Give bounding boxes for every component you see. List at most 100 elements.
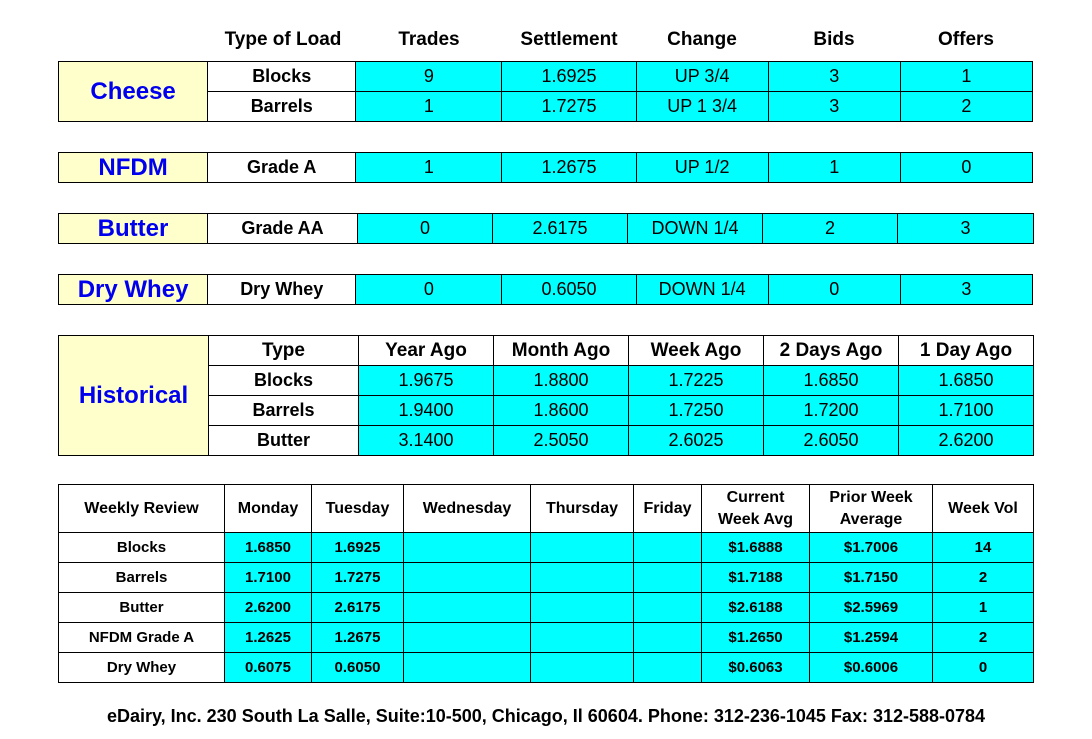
cheese-type: Barrels	[207, 91, 357, 122]
dry-whey-trades: 0	[355, 274, 503, 305]
cheese-settlement: 1.7275	[501, 91, 637, 122]
weekly-vol: 2	[932, 562, 1034, 593]
weekly-friday	[633, 622, 702, 653]
weekly-row: Barrels 1.7100 1.7275 $1.7188 $1.7150 2	[58, 562, 1034, 593]
cheese-change: UP 1 3/4	[635, 91, 769, 122]
weekly-row-label: Butter	[58, 592, 225, 623]
cheese-bids: 3	[767, 61, 901, 92]
historical-col-header: 2 Days Ago	[763, 335, 899, 366]
weekly-col-header: Monday	[224, 484, 312, 533]
cheese-type: Blocks	[207, 61, 357, 92]
weekly-monday: 0.6075	[224, 652, 312, 683]
dry-whey-row: Dry Whey Dry Whey 0 0.6050 DOWN 1/4 0 3	[57, 274, 1034, 305]
weekly-col-header: Tuesday	[311, 484, 404, 533]
nfdm-row: NFDM Grade A 1 1.2675 UP 1/2 1 0	[57, 152, 1034, 183]
weekly-header-row: Weekly Review Monday Tuesday Wednesday T…	[58, 484, 1034, 533]
historical-type: Butter	[208, 425, 359, 456]
weekly-prior-avg: $1.2594	[809, 622, 933, 653]
cheese-offers: 2	[899, 91, 1034, 122]
weekly-current-avg: $2.6188	[701, 592, 810, 623]
dry-whey-label: Dry Whey	[57, 274, 209, 305]
header-offers: Offers	[938, 29, 994, 50]
weekly-prior-avg: $1.7006	[809, 532, 933, 563]
weekly-thursday	[530, 622, 634, 653]
weekly-col-header: Wednesday	[403, 484, 531, 533]
dry-whey-change: DOWN 1/4	[635, 274, 769, 305]
historical-value: 1.9675	[358, 365, 494, 396]
weekly-wednesday	[403, 622, 531, 653]
dry-whey-bids: 0	[767, 274, 901, 305]
historical-value: 1.7250	[628, 395, 764, 426]
butter-offers: 3	[897, 213, 1034, 244]
weekly-wednesday	[403, 532, 531, 563]
butter-change: DOWN 1/4	[627, 213, 763, 244]
nfdm-offers: 0	[899, 152, 1034, 183]
historical-value: 2.6025	[628, 425, 764, 456]
historical-col-header: Week Ago	[628, 335, 764, 366]
weekly-friday	[633, 532, 702, 563]
nfdm-bids: 1	[767, 152, 901, 183]
weekly-row-label: Blocks	[58, 532, 225, 563]
weekly-vol: 0	[932, 652, 1034, 683]
weekly-col-header: Friday	[633, 484, 702, 533]
weekly-current-avg: $1.7188	[701, 562, 810, 593]
cheese-label: Cheese	[57, 61, 209, 122]
nfdm-type: Grade A	[207, 152, 357, 183]
historical-type: Barrels	[208, 395, 359, 426]
historical-label: Historical	[58, 335, 209, 456]
weekly-tuesday: 1.2675	[311, 622, 404, 653]
weekly-row-label: Barrels	[58, 562, 225, 593]
weekly-monday: 1.2625	[224, 622, 312, 653]
historical-value: 1.7225	[628, 365, 764, 396]
dry-whey-settlement: 0.6050	[501, 274, 637, 305]
cheese-offers: 1	[899, 61, 1034, 92]
weekly-tuesday: 1.7275	[311, 562, 404, 593]
nfdm-change: UP 1/2	[635, 152, 769, 183]
weekly-current-avg: $1.6888	[701, 532, 810, 563]
cheese-change: UP 3/4	[635, 61, 769, 92]
weekly-wednesday	[403, 592, 531, 623]
weekly-prior-avg: $0.6006	[809, 652, 933, 683]
historical-col-header: Type	[208, 335, 359, 366]
weekly-row: Dry Whey 0.6075 0.6050 $0.6063 $0.6006 0	[58, 652, 1034, 683]
header-change: Change	[667, 29, 737, 50]
butter-row: Butter Grade AA 0 2.6175 DOWN 1/4 2 3	[58, 213, 1034, 244]
footer-contact: eDairy, Inc. 230 South La Salle, Suite:1…	[106, 706, 986, 726]
nfdm-label: NFDM	[57, 152, 209, 183]
weekly-wednesday	[403, 562, 531, 593]
weekly-vol: 2	[932, 622, 1034, 653]
header-settlement: Settlement	[520, 29, 618, 50]
weekly-row: Butter 2.6200 2.6175 $2.6188 $2.5969 1	[58, 592, 1034, 623]
historical-value: 2.6050	[763, 425, 899, 456]
historical-value: 1.7100	[898, 395, 1034, 426]
weekly-tuesday: 1.6925	[311, 532, 404, 563]
historical-table: Historical Type Year Ago Month Ago Week …	[58, 335, 1034, 456]
dry-whey-offers: 3	[899, 274, 1034, 305]
historical-value: 2.6200	[898, 425, 1034, 456]
weekly-col-header: Prior Week Average	[809, 484, 933, 533]
weekly-current-avg: $1.2650	[701, 622, 810, 653]
historical-header-row: Historical Type Year Ago Month Ago Week …	[58, 335, 1034, 456]
butter-type: Grade AA	[207, 213, 358, 244]
historical-value: 2.5050	[493, 425, 629, 456]
historical-value: 1.8800	[493, 365, 629, 396]
weekly-row: Blocks 1.6850 1.6925 $1.6888 $1.7006 14	[58, 532, 1034, 563]
historical-col-header: Month Ago	[493, 335, 629, 366]
butter-table: Butter Grade AA 0 2.6175 DOWN 1/4 2 3	[58, 213, 1034, 244]
cheese-table: Cheese Blocks 9 1.6925 UP 3/4 3 1 Barrel…	[57, 61, 1034, 122]
historical-value: 1.7200	[763, 395, 899, 426]
weekly-col-header: Week Vol	[932, 484, 1034, 533]
historical-col-header: 1 Day Ago	[898, 335, 1034, 366]
historical-type: Blocks	[208, 365, 359, 396]
cheese-trades: 1	[355, 91, 503, 122]
weekly-monday: 1.7100	[224, 562, 312, 593]
weekly-review-table: Weekly Review Monday Tuesday Wednesday T…	[58, 484, 1034, 683]
weekly-friday	[633, 592, 702, 623]
weekly-tuesday: 0.6050	[311, 652, 404, 683]
weekly-thursday	[530, 592, 634, 623]
weekly-thursday	[530, 652, 634, 683]
weekly-row-label: Dry Whey	[58, 652, 225, 683]
historical-value: 1.6850	[898, 365, 1034, 396]
weekly-col-header: Thursday	[530, 484, 634, 533]
dry-whey-type: Dry Whey	[207, 274, 357, 305]
